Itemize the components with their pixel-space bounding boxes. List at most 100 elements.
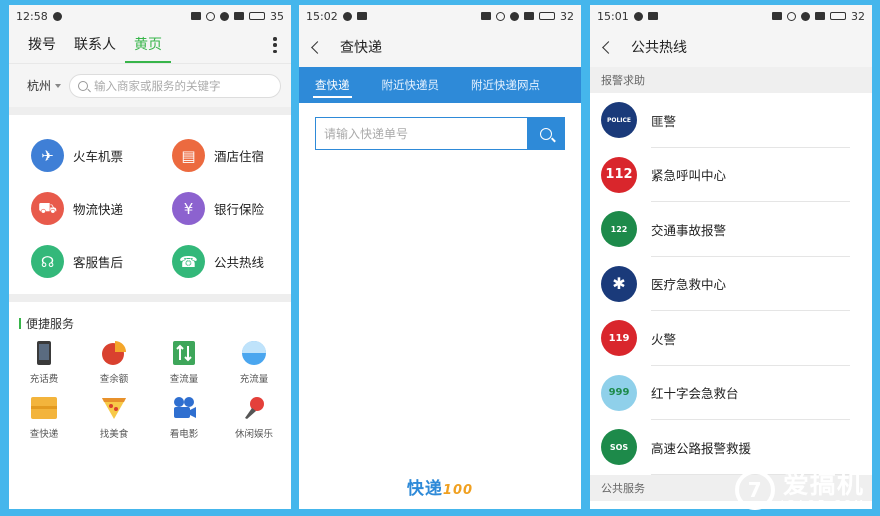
track-parcel-screen: 15:02 32 查快递 查快递 附近快递员 附近快递网点 请输入快递单号 快递… (299, 5, 581, 509)
pie-icon (101, 340, 127, 366)
category-grid: ✈ 火车机票 ▤ 酒店住宿 ⛟ 物流快递 ¥ 银行保险 ☊ 客服售后 ☎ 公共热线 (9, 115, 291, 294)
quick-services-title: 便捷服务 (26, 317, 75, 331)
alarm-icon (496, 11, 505, 21)
page-title: 公共热线 (631, 40, 687, 56)
search-row: 杭州 输入商家或服务的关键字 (9, 63, 291, 107)
quick-label: 查快递 (29, 429, 59, 440)
tab-track[interactable]: 查快递 (313, 67, 351, 103)
divider (9, 294, 291, 302)
camera-icon (171, 395, 197, 421)
status-time: 15:02 (306, 9, 338, 23)
quick-recharge[interactable]: 充话费 (9, 340, 79, 395)
yen-icon: ¥ (172, 192, 205, 225)
image-icon (647, 12, 658, 20)
category-logistics[interactable]: ⛟ 物流快递 (9, 192, 150, 225)
hotline-emergency-center[interactable]: 112 紧急呼叫中心 (590, 148, 872, 203)
phone-icon: ☎ (172, 245, 205, 278)
box-icon (31, 395, 57, 421)
hotline-label: 高速公路报警救援 (651, 440, 752, 456)
tab-dial[interactable]: 拨号 (19, 27, 65, 63)
section-emergency: 报警求助 (590, 67, 872, 93)
quick-food[interactable]: 找美食 (79, 395, 149, 450)
back-icon[interactable] (311, 40, 324, 54)
public-hotline-screen: 15:01 32 公共热线 报警求助 POLICE 匪警 112 紧急呼叫中心 12… (590, 5, 872, 509)
search-icon (540, 127, 552, 140)
category-label: 物流快递 (73, 202, 124, 217)
quick-label: 充话费 (29, 374, 59, 385)
bluetooth-icon (481, 12, 491, 20)
search-input[interactable]: 输入商家或服务的关键字 (69, 73, 281, 98)
category-label: 银行保险 (214, 202, 265, 217)
page-title: 查快递 (340, 40, 382, 56)
more-menu-icon[interactable] (273, 37, 277, 53)
back-icon[interactable] (602, 40, 615, 54)
battery-icon (249, 12, 265, 20)
quick-label: 看电影 (169, 429, 199, 440)
igao7-logo-icon: 7 (734, 470, 775, 510)
hotline-traffic-accident[interactable]: 122 交通事故报警 (590, 202, 872, 257)
igao7-watermark: 7 爱搞机 IGAO7.COM (734, 470, 866, 510)
hotline-fire[interactable]: 119 火警 (590, 311, 872, 366)
city-selector[interactable]: 杭州 (19, 77, 62, 94)
tab-yellow-pages[interactable]: 黄页 (125, 27, 171, 63)
category-customer-service[interactable]: ☊ 客服售后 (9, 245, 150, 278)
dialer-tabs: 拨号 联系人 黄页 (9, 27, 291, 63)
image-icon (356, 12, 367, 20)
red-cross-999-icon: 999 (601, 374, 637, 411)
hotline-highway-rescue[interactable]: SOS 高速公路报警救援 (590, 420, 872, 475)
quick-label: 查流量 (169, 374, 199, 385)
quick-entertainment[interactable]: 休闲娱乐 (219, 395, 289, 450)
wifi-icon (220, 11, 229, 21)
hotline-label: 紧急呼叫中心 (651, 168, 727, 184)
fire-119-icon: 119 (601, 320, 637, 357)
quick-data-topup[interactable]: 充流量 (219, 340, 289, 395)
search-placeholder: 输入商家或服务的关键字 (94, 78, 221, 93)
quick-services-heading: 便捷服务 (9, 302, 291, 340)
hotline-police[interactable]: POLICE 匪警 (590, 93, 872, 148)
plane-icon: ✈ (31, 139, 64, 172)
quick-movie[interactable]: 看电影 (149, 395, 219, 450)
category-train-flight[interactable]: ✈ 火车机票 (9, 139, 150, 172)
pizza-icon (101, 395, 127, 421)
traffic-icon (171, 340, 197, 366)
divider (9, 107, 291, 115)
category-bank[interactable]: ¥ 银行保险 (150, 192, 291, 225)
quick-label: 查余额 (99, 374, 129, 385)
category-label: 酒店住宿 (214, 149, 265, 164)
tab-nearby-outlet[interactable]: 附近快递网点 (471, 67, 540, 103)
status-bar: 12:58 35 (9, 5, 291, 27)
status-bar: 15:01 32 (590, 5, 872, 27)
hotline-red-cross[interactable]: 999 红十字会急救台 (590, 366, 872, 421)
hotel-icon: ▤ (172, 139, 205, 172)
hotline-label: 交通事故报警 (651, 222, 727, 238)
caret-down-icon (55, 83, 62, 88)
category-public-hotline[interactable]: ☎ 公共热线 (150, 245, 291, 278)
bluetooth-icon (772, 12, 782, 20)
search-button[interactable] (527, 117, 565, 150)
nav-bar: 公共热线 (590, 27, 872, 67)
status-time: 12:58 (16, 9, 48, 23)
tracking-tabs: 查快递 附近快递员 附近快递网点 (299, 67, 581, 103)
nav-bar: 查快递 (299, 27, 581, 67)
sim-icon (524, 12, 534, 20)
quick-track-parcel[interactable]: 查快递 (9, 395, 79, 450)
notification-icon (342, 11, 352, 21)
hotline-label: 匪警 (651, 113, 677, 129)
status-bar: 15:02 32 (299, 5, 581, 27)
quick-traffic[interactable]: 查流量 (149, 340, 219, 395)
wifi-icon (801, 11, 810, 21)
alarm-icon (787, 11, 796, 21)
tab-nearby-courier[interactable]: 附近快递员 (382, 67, 440, 103)
tab-contacts[interactable]: 联系人 (65, 27, 125, 63)
category-hotel[interactable]: ▤ 酒店住宿 (150, 139, 291, 172)
notification-icon (52, 11, 62, 21)
mic-icon (241, 395, 267, 421)
tracking-number-input[interactable]: 请输入快递单号 (315, 117, 527, 150)
sim-icon (234, 12, 244, 20)
bluetooth-icon (191, 12, 201, 20)
brand-main: 快递 (406, 479, 443, 499)
quick-balance[interactable]: 查余额 (79, 340, 149, 395)
battery-level: 35 (270, 9, 284, 23)
hotline-medical[interactable]: ✱ 医疗急救中心 (590, 257, 872, 312)
quick-label: 休闲娱乐 (234, 429, 273, 440)
